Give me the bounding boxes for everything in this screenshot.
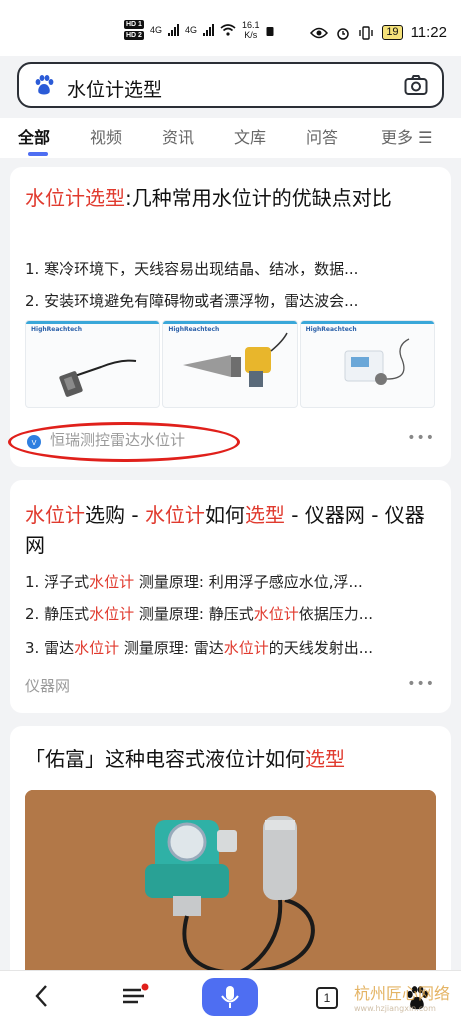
wifi-icon	[220, 24, 236, 36]
signal-1-icon	[167, 24, 179, 36]
title-highlight: 选型	[244, 503, 285, 527]
title-text: 「佑富」这种电容式液位计如何	[25, 747, 305, 771]
snippet-text: 2. 静压式	[25, 605, 90, 623]
more-options-icon[interactable]: •••	[407, 430, 435, 446]
search-box[interactable]: 水位计选型	[17, 62, 444, 108]
thumb-brand: HighReachtech	[31, 326, 82, 333]
thumb-brand: HighReachtech	[305, 326, 357, 333]
result-source[interactable]: 仪器网	[25, 675, 70, 696]
net2-label: 4G	[184, 25, 197, 35]
hd1-badge: HD 1	[124, 20, 144, 29]
result-card-1[interactable]: 水位计选型:几种常用水位计的优缺点对比 1. 寒冷环境下，天线容易出现结晶、结冰…	[10, 167, 451, 467]
snippet-text: 1. 浮子式	[25, 573, 90, 591]
result-snippet-line: 1. 浮子式水位计 测量原理: 利用浮子感应水位,浮...	[25, 571, 430, 592]
watermark: 杭州匠心网络 www.hzjiangxin.com	[354, 980, 450, 1013]
radar-image	[183, 332, 288, 387]
watermark-url: www.hzjiangxin.com	[354, 1004, 436, 1013]
probe-image	[59, 359, 137, 397]
tab-active-indicator	[28, 152, 48, 156]
transmitter-image	[344, 338, 409, 385]
camera-icon[interactable]	[404, 74, 428, 96]
tab-library[interactable]: 文库	[234, 124, 266, 148]
snippet-highlight: 水位计	[89, 605, 135, 623]
status-right: 19 11:22	[310, 24, 447, 41]
baidu-paw-icon	[35, 75, 54, 95]
voice-search-button[interactable]	[202, 978, 258, 1016]
more-options-icon[interactable]: •••	[407, 676, 435, 692]
watermark-text: 杭州匠心网络	[354, 984, 451, 1003]
title-text: 选购 -	[85, 503, 145, 527]
thumb-band	[26, 321, 160, 324]
title-highlight: 水位计	[144, 503, 205, 527]
snippet-text: 的天线发射出...	[268, 639, 374, 657]
search-tabs: 全部 视频 资讯 文库 问答 更多 ☰	[0, 118, 461, 158]
title-highlight: 水位计选型	[25, 186, 125, 210]
title-text: :几种常用水位计的优缺点对比	[125, 186, 392, 210]
sim-lock-icon	[266, 27, 274, 36]
hd2-badge: HD 2	[124, 31, 144, 40]
tab-all[interactable]: 全部	[18, 124, 50, 148]
snippet-highlight: 水位计	[223, 639, 269, 657]
eye-icon	[310, 27, 329, 38]
net-speed-unit: K/s	[244, 30, 258, 40]
thumb-brand: HighReachtech	[168, 326, 220, 333]
result-image-level-sensor[interactable]	[25, 790, 436, 980]
net1-label: 4G	[149, 25, 162, 35]
tab-count: 1	[323, 991, 331, 1005]
tab-qa[interactable]: 问答	[306, 124, 338, 148]
result-snippet-line: 3. 雷达水位计 测量原理: 雷达水位计的天线发射出...	[25, 637, 430, 658]
result-card-2[interactable]: 水位计选购 - 水位计如何选型 - 仪器网 - 仪器网 1. 浮子式水位计 测量…	[10, 480, 451, 713]
net-speed-value: 16.1	[241, 20, 260, 30]
search-input[interactable]: 水位计选型	[67, 75, 162, 102]
clock: 11:22	[410, 24, 447, 41]
result-snippet-line: 2. 安装环境避免有障碍物或者漂浮物，雷达波会...	[25, 292, 359, 310]
title-text: 如何	[204, 503, 245, 527]
level-sensor-photo	[25, 790, 436, 980]
vibrate-icon	[359, 25, 374, 40]
thumb-band	[163, 321, 297, 324]
tab-count-button[interactable]: 1	[316, 987, 338, 1009]
annotation-ellipse	[8, 422, 240, 462]
result-snippet-line: 1. 寒冷环境下，天线容易出现结晶、结冰，数据...	[25, 260, 359, 278]
hd-badges: HD 1 HD 2	[124, 20, 144, 40]
snippet-text: 测量原理: 利用浮子感应水位,浮...	[134, 573, 363, 591]
microphone-icon	[221, 986, 239, 1008]
status-left: HD 1 HD 2 4G 4G 16.1 K/s	[124, 20, 274, 40]
snippet-text: 3. 雷达	[25, 639, 75, 657]
snippet-highlight: 水位计	[89, 573, 135, 591]
menu-icon[interactable]	[120, 981, 150, 1011]
thumbnail-water-level-probe[interactable]: HighReachtech	[25, 320, 161, 408]
thumb-band	[300, 321, 434, 324]
thumbnail-level-transmitter[interactable]: HighReachtech	[299, 320, 435, 408]
tab-video[interactable]: 视频	[90, 124, 122, 148]
result-snippet-line: 2. 静压式水位计 测量原理: 静压式水位计依据压力...	[25, 603, 430, 624]
result-title-2[interactable]: 水位计选购 - 水位计如何选型 - 仪器网 - 仪器网	[25, 500, 435, 560]
status-bar: HD 1 HD 2 4G 4G 16.1 K/s 19 11:22	[0, 0, 461, 56]
net-speed: 16.1 K/s	[242, 20, 260, 40]
result-title-1[interactable]: 水位计选型:几种常用水位计的优缺点对比	[25, 183, 435, 213]
snippet-text: 依据压力...	[298, 605, 374, 623]
snippet-text: 测量原理: 静压式	[134, 605, 254, 623]
snippet-text: 测量原理: 雷达	[119, 639, 224, 657]
alarm-icon	[337, 27, 350, 40]
snippet-highlight: 水位计	[253, 605, 299, 623]
result-thumbnails[interactable]: HighReachtech HighReachtech HighReachtec…	[25, 320, 435, 408]
tab-news[interactable]: 资讯	[162, 124, 194, 148]
title-highlight: 水位计	[25, 503, 85, 527]
tab-more[interactable]: 更多 ☰	[381, 124, 432, 148]
signal-2-icon	[202, 24, 214, 36]
battery-level: 19	[386, 26, 399, 38]
title-highlight: 选型	[305, 747, 345, 771]
battery-icon: 19	[382, 25, 403, 40]
thumbnail-radar-level-meter[interactable]: HighReachtech	[162, 320, 298, 408]
result-title-3[interactable]: 「佑富」这种电容式液位计如何选型	[25, 744, 435, 774]
result-card-3[interactable]: 「佑富」这种电容式液位计如何选型	[10, 726, 451, 986]
snippet-highlight: 水位计	[74, 639, 120, 657]
back-arrow-icon[interactable]	[32, 981, 52, 1011]
